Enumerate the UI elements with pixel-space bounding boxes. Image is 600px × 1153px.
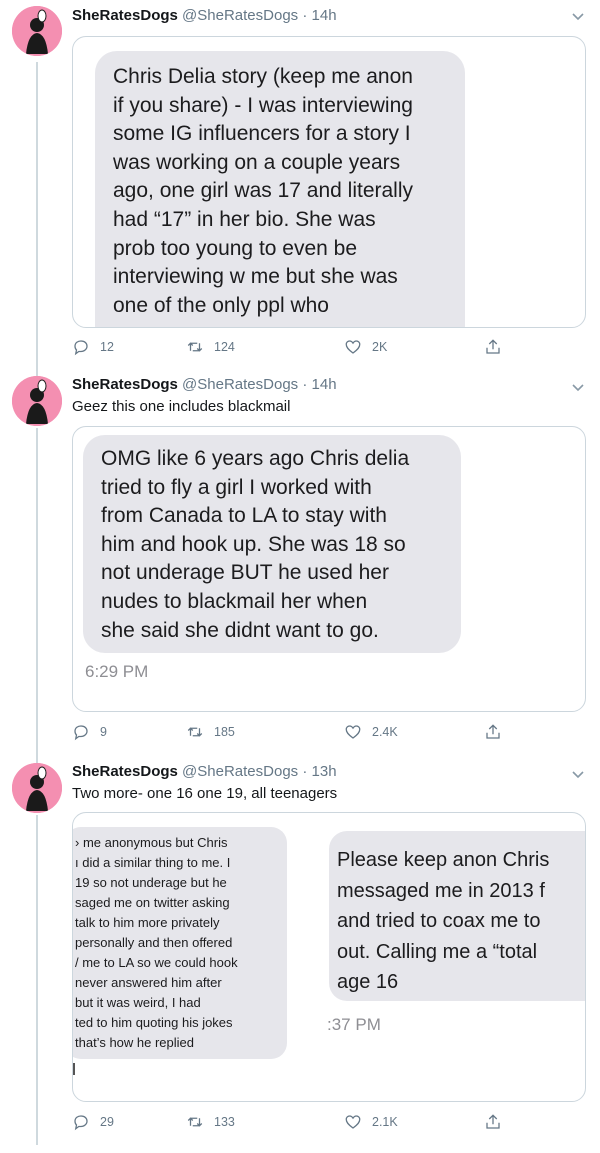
share-button[interactable] (484, 1111, 512, 1133)
tweet-text: Two more- one 16 one 19, all teenagers (72, 785, 338, 802)
user-handle[interactable]: @SheRatesDogs (182, 763, 298, 780)
tweet[interactable]: SheRatesDogs @SheRatesDogs · 14h Chris D… (0, 0, 600, 370)
retweet-icon (187, 727, 203, 737)
heart-icon (345, 1115, 361, 1129)
tweet-header: SheRatesDogs @SheRatesDogs · 14h (72, 6, 337, 26)
display-name[interactable]: SheRatesDogs (72, 763, 178, 780)
chevron-down-icon[interactable] (570, 379, 586, 395)
like-button[interactable]: 2K (344, 336, 387, 358)
user-handle[interactable]: @SheRatesDogs (182, 376, 298, 393)
screenshot-divider (73, 1063, 75, 1075)
like-count: 2K (372, 340, 388, 354)
avatar[interactable] (12, 6, 62, 56)
tweet-actions: 12 124 2K (72, 336, 512, 358)
reply-count: 9 (100, 725, 107, 739)
like-button[interactable]: 2.4K (344, 721, 398, 743)
message-bubble: Chris Delia story (keep me anon if you s… (95, 51, 465, 327)
tweet-media[interactable]: Chris Delia story (keep me anon if you s… (72, 36, 586, 328)
share-icon (486, 724, 500, 739)
share-button[interactable] (484, 336, 512, 358)
share-button[interactable] (484, 721, 512, 743)
message-bubble: › me anonymous but Chris ı did a similar… (73, 827, 287, 1059)
reply-count: 12 (100, 340, 114, 354)
avatar[interactable] (12, 376, 62, 426)
separator-dot: · (302, 763, 308, 780)
tweet-text: Geez this one includes blackmail (72, 398, 291, 415)
retweet-icon (187, 1117, 203, 1127)
tweet-media[interactable]: OMG like 6 years ago Chris delia tried t… (72, 426, 586, 712)
tweet-header: SheRatesDogs @SheRatesDogs · 13h (72, 762, 337, 782)
message-timestamp: 6:29 PM (85, 662, 149, 681)
avatar-image (12, 6, 62, 56)
retweet-button[interactable]: 124 (186, 336, 235, 358)
message-timestamp: :37 PM (327, 1015, 381, 1034)
separator-dot: · (302, 7, 308, 24)
reply-button[interactable]: 9 (72, 721, 107, 743)
tweet-actions: 9 185 2.4K (72, 721, 512, 743)
retweet-count: 133 (214, 1115, 235, 1129)
share-icon (486, 339, 500, 354)
reply-button[interactable]: 12 (72, 336, 114, 358)
avatar-image (12, 376, 62, 426)
retweet-button[interactable]: 185 (186, 721, 235, 743)
display-name[interactable]: SheRatesDogs (72, 7, 178, 24)
like-count: 2.1K (372, 1115, 398, 1129)
tweet-actions: 29 133 2.1K (72, 1111, 512, 1133)
reply-button[interactable]: 29 (72, 1111, 114, 1133)
user-handle[interactable]: @SheRatesDogs (182, 7, 298, 24)
tweet-time[interactable]: 14h (312, 7, 337, 24)
reply-icon (74, 725, 88, 741)
retweet-icon (187, 342, 203, 352)
message-bubble: Please keep anon Chris messaged me in 20… (329, 831, 585, 1001)
share-icon (486, 1114, 500, 1129)
display-name[interactable]: SheRatesDogs (72, 376, 178, 393)
avatar-image (12, 763, 62, 813)
reply-icon (74, 340, 88, 356)
tweet[interactable]: SheRatesDogs @SheRatesDogs · 13h Two mor… (0, 757, 600, 1153)
retweet-count: 124 (214, 340, 235, 354)
tweet-header: SheRatesDogs @SheRatesDogs · 14h (72, 375, 337, 395)
chevron-down-icon[interactable] (570, 766, 586, 782)
retweet-count: 185 (214, 725, 235, 739)
avatar[interactable] (12, 763, 62, 813)
tweet[interactable]: SheRatesDogs @SheRatesDogs · 14h Geez th… (0, 370, 600, 755)
chevron-down-icon[interactable] (570, 8, 586, 24)
tweet-time[interactable]: 13h (312, 763, 337, 780)
reply-count: 29 (100, 1115, 114, 1129)
heart-icon (345, 340, 361, 354)
separator-dot: · (302, 376, 308, 393)
heart-icon (345, 725, 361, 739)
reply-icon (74, 1115, 88, 1131)
message-bubble: OMG like 6 years ago Chris delia tried t… (83, 435, 461, 653)
like-button[interactable]: 2.1K (344, 1111, 398, 1133)
retweet-button[interactable]: 133 (186, 1111, 235, 1133)
tweet-time[interactable]: 14h (312, 376, 337, 393)
like-count: 2.4K (372, 725, 398, 739)
tweet-media[interactable]: › me anonymous but Chris ı did a similar… (72, 812, 586, 1102)
